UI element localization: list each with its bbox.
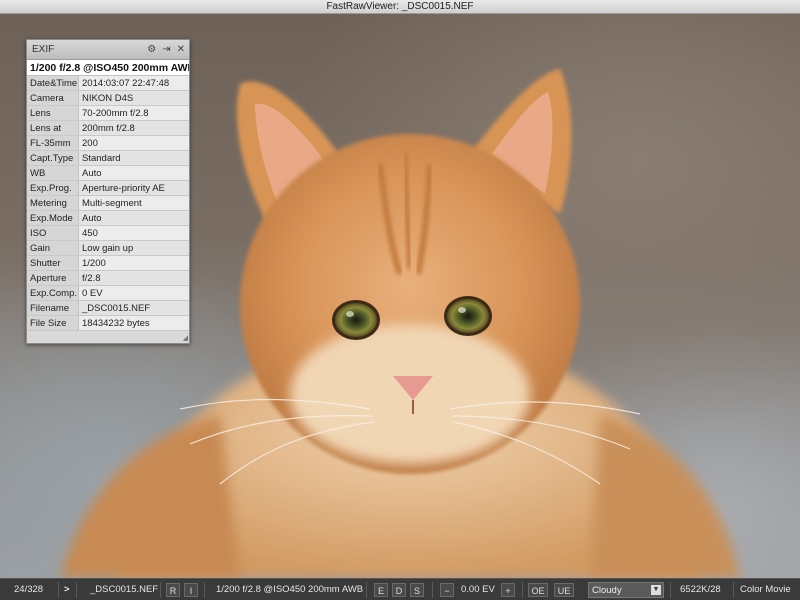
exposure-compensation-value: 0.00 EV — [461, 584, 495, 595]
exif-key: Metering — [27, 196, 79, 210]
exif-key: Shutter — [27, 256, 79, 270]
exif-key: File Size — [27, 316, 79, 330]
status-bar: 24/328 > _DSC0015.NEF R I 1/200 f/2.8 @I… — [0, 578, 800, 600]
image-counter: 24/328 — [14, 584, 44, 595]
exif-row: Camera NIKON D4S — [27, 91, 189, 106]
rotate-button[interactable]: R — [166, 583, 180, 597]
exif-key: Capt.Type — [27, 151, 79, 165]
exif-row: Exp.Comp. 0 EV — [27, 286, 189, 301]
exif-value: Aperture-priority AE — [79, 181, 189, 195]
display-button[interactable]: D — [392, 583, 406, 597]
white-balance-value: Cloudy — [592, 585, 622, 596]
gear-icon[interactable]: ⚙ — [147, 40, 156, 60]
exif-key: Lens at — [27, 121, 79, 135]
shadow-button[interactable]: S — [410, 583, 424, 597]
exif-panel-title: EXIF — [32, 44, 55, 55]
detach-icon[interactable]: ⇥ — [162, 40, 170, 60]
exif-key: Date&Time — [27, 76, 79, 90]
exif-value: Auto — [79, 211, 189, 225]
exif-row: File Size 18434232 bytes — [27, 316, 189, 331]
exif-summary: 1/200 f/2.8 @ISO450 200mm AWB — [27, 60, 189, 76]
exif-row: Exp.Mode Auto — [27, 211, 189, 226]
exif-row: Aperture f/2.8 — [27, 271, 189, 286]
exif-row: FL-35mm 200 — [27, 136, 189, 151]
exif-row: Filename _DSC0015.NEF — [27, 301, 189, 316]
exif-value: Auto — [79, 166, 189, 180]
exif-key: Exp.Prog. — [27, 181, 79, 195]
chevron-down-icon: ▼ — [651, 585, 661, 595]
exif-value: Standard — [79, 151, 189, 165]
underexposure-button[interactable]: UE — [554, 583, 574, 597]
close-icon[interactable]: ✕ — [177, 40, 185, 60]
exif-key: ISO — [27, 226, 79, 240]
status-exposure-summary: 1/200 f/2.8 @ISO450 200mm AWB — [216, 584, 364, 595]
exif-value: NIKON D4S — [79, 91, 189, 105]
exif-row: Date&Time 2014:03:07 22:47:48 — [27, 76, 189, 91]
exif-row: ISO 450 — [27, 226, 189, 241]
exif-row: Gain Low gain up — [27, 241, 189, 256]
next-image-button[interactable]: > — [64, 579, 70, 600]
exif-value: 200 — [79, 136, 189, 150]
exif-key: Gain — [27, 241, 79, 255]
ev-minus-button[interactable]: − — [440, 583, 454, 597]
exif-key: Aperture — [27, 271, 79, 285]
exif-key: FL-35mm — [27, 136, 79, 150]
exif-key: Lens — [27, 106, 79, 120]
exif-key: Camera — [27, 91, 79, 105]
exif-value: 18434232 bytes — [79, 316, 189, 330]
ev-plus-button[interactable]: + — [501, 583, 515, 597]
exif-value: Multi-segment — [79, 196, 189, 210]
exif-table: Date&Time 2014:03:07 22:47:48 Camera NIKON… — [27, 76, 189, 331]
white-balance-temperature: 6522K/28 — [680, 584, 721, 595]
color-profile[interactable]: Color Movie — [740, 579, 791, 600]
overexposure-button[interactable]: OE — [528, 583, 548, 597]
exif-row: Metering Multi-segment — [27, 196, 189, 211]
exif-row: Capt.Type Standard — [27, 151, 189, 166]
resize-grip-icon[interactable]: ◢ — [183, 334, 188, 342]
photo-view[interactable]: EXIF ⚙ ⇥ ✕ 1/200 f/2.8 @ISO450 200mm AWB… — [0, 14, 800, 578]
white-balance-select[interactable]: Cloudy ▼ — [588, 582, 664, 598]
exif-value: 200mm f/2.8 — [79, 121, 189, 135]
exif-value: 70-200mm f/2.8 — [79, 106, 189, 120]
exif-row: WB Auto — [27, 166, 189, 181]
exif-value: 1/200 — [79, 256, 189, 270]
exif-key: Exp.Comp. — [27, 286, 79, 300]
exif-key: WB — [27, 166, 79, 180]
exif-row: Lens at 200mm f/2.8 — [27, 121, 189, 136]
exif-key: Exp.Mode — [27, 211, 79, 225]
exif-row: Shutter 1/200 — [27, 256, 189, 271]
exif-value: 0 EV — [79, 286, 189, 300]
exif-panel-header[interactable]: EXIF ⚙ ⇥ ✕ — [27, 40, 189, 60]
exposure-button[interactable]: E — [374, 583, 388, 597]
exif-value: _DSC0015.NEF — [79, 301, 189, 315]
exif-row: Lens 70-200mm f/2.8 — [27, 106, 189, 121]
exif-value: Low gain up — [79, 241, 189, 255]
exif-value: 2014:03:07 22:47:48 — [79, 76, 189, 90]
exif-key: Filename — [27, 301, 79, 315]
exif-row: Exp.Prog. Aperture-priority AE — [27, 181, 189, 196]
window-title: FastRawViewer: _DSC0015.NEF — [0, 0, 800, 14]
info-button[interactable]: I — [184, 583, 198, 597]
exif-panel[interactable]: EXIF ⚙ ⇥ ✕ 1/200 f/2.8 @ISO450 200mm AWB… — [26, 39, 190, 344]
status-filename: _DSC0015.NEF — [90, 584, 159, 595]
exif-value: 450 — [79, 226, 189, 240]
exif-value: f/2.8 — [79, 271, 189, 285]
